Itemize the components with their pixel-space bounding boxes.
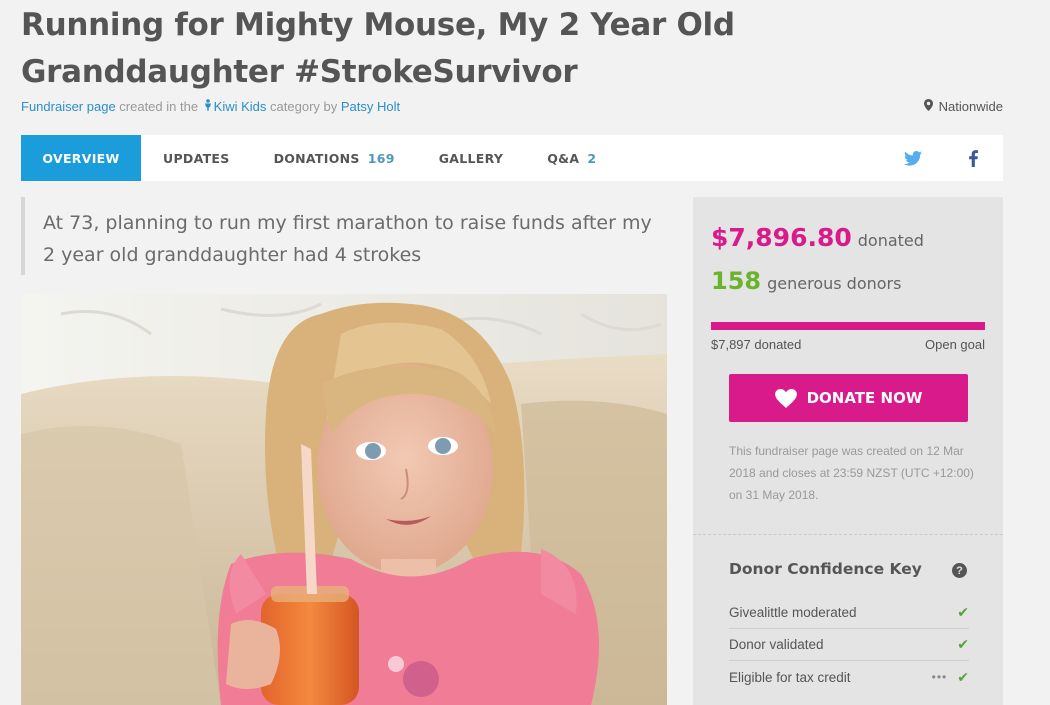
location-label: Nationwide (938, 99, 1003, 114)
tab-spacer (618, 135, 883, 181)
progress-donated-label: $7,897 donated (711, 337, 802, 352)
progress-bar (711, 322, 985, 330)
tab-qa[interactable]: Q&A 2 (525, 135, 618, 181)
confidence-item-moderated: Givealittle moderated ✔ (729, 597, 969, 629)
person-icon (204, 99, 212, 114)
tab-donations-label: DONATIONS (273, 150, 360, 166)
category-link[interactable]: Kiwi Kids (214, 99, 267, 114)
confidence-item-label: Givealittle moderated (729, 605, 857, 620)
more-dots-icon[interactable]: ••• (932, 670, 948, 684)
confidence-item-label: Donor validated (729, 637, 824, 652)
tab-gallery[interactable]: GALLERY (417, 135, 526, 181)
donate-now-label: DONATE NOW (806, 389, 923, 407)
check-icon: ✔ (957, 668, 969, 685)
progress-goal-label: Open goal (925, 337, 985, 352)
twitter-share-button[interactable] (883, 135, 943, 181)
tab-updates[interactable]: UPDATES (141, 135, 252, 181)
fundraiser-page-link[interactable]: Fundraiser page (21, 99, 116, 114)
donor-count: 158 (711, 267, 762, 295)
panel-divider (693, 534, 1003, 535)
author-link[interactable]: Patsy Holt (341, 99, 400, 114)
location-pin-icon (923, 99, 933, 114)
facebook-icon (968, 149, 978, 167)
help-icon[interactable]: ? (952, 563, 967, 578)
location: Nationwide (923, 99, 1003, 114)
donor-confidence-list: Givealittle moderated ✔ Donor validated … (729, 597, 969, 693)
twitter-icon (904, 150, 922, 166)
tab-bar: OVERVIEW UPDATES DONATIONS 169 GALLERY Q&… (21, 135, 1003, 181)
donor-confidence-title: Donor Confidence Key (729, 560, 922, 578)
page-title: Running for Mighty Mouse, My 2 Year Old … (21, 7, 735, 90)
tab-donations[interactable]: DONATIONS 169 (252, 135, 417, 181)
progress-bar-fill (711, 322, 985, 330)
tab-overview-label: OVERVIEW (42, 150, 120, 166)
confidence-item-tax-credit: Eligible for tax credit ••• ✔ (729, 661, 969, 693)
page-meta: Fundraiser page created in the Kiwi Kids… (21, 99, 400, 114)
tab-qa-label: Q&A (547, 150, 580, 166)
summary-quote: At 73, planning to run my first marathon… (21, 197, 661, 275)
tab-overview[interactable]: OVERVIEW (21, 135, 141, 181)
check-icon: ✔ (957, 604, 969, 620)
hero-photo (21, 294, 667, 705)
meta-category-by-text: category by (266, 99, 341, 114)
facebook-share-button[interactable] (943, 135, 1003, 181)
donated-amount: $7,896.80 (711, 223, 852, 252)
heart-icon (774, 388, 797, 408)
check-icon: ✔ (957, 636, 969, 652)
confidence-item-label: Eligible for tax credit (729, 669, 851, 685)
tab-gallery-label: GALLERY (438, 150, 504, 166)
amount-line: $7,896.80 donated (711, 223, 924, 252)
tab-qa-count: 2 (587, 150, 597, 166)
donors-line: 158 generous donors (711, 267, 901, 295)
tab-updates-label: UPDATES (163, 150, 230, 166)
confidence-item-validated: Donor validated ✔ (729, 629, 969, 661)
donors-label: generous donors (767, 274, 902, 293)
tab-donations-count: 169 (367, 150, 395, 166)
donated-label: donated (857, 231, 924, 250)
donation-panel: $7,896.80 donated 158 generous donors $7… (693, 197, 1003, 705)
meta-created-text: created in the (115, 99, 202, 114)
fundraiser-dates-text: This fundraiser page was created on 12 M… (729, 444, 974, 502)
donate-now-button[interactable]: DONATE NOW (729, 374, 968, 422)
